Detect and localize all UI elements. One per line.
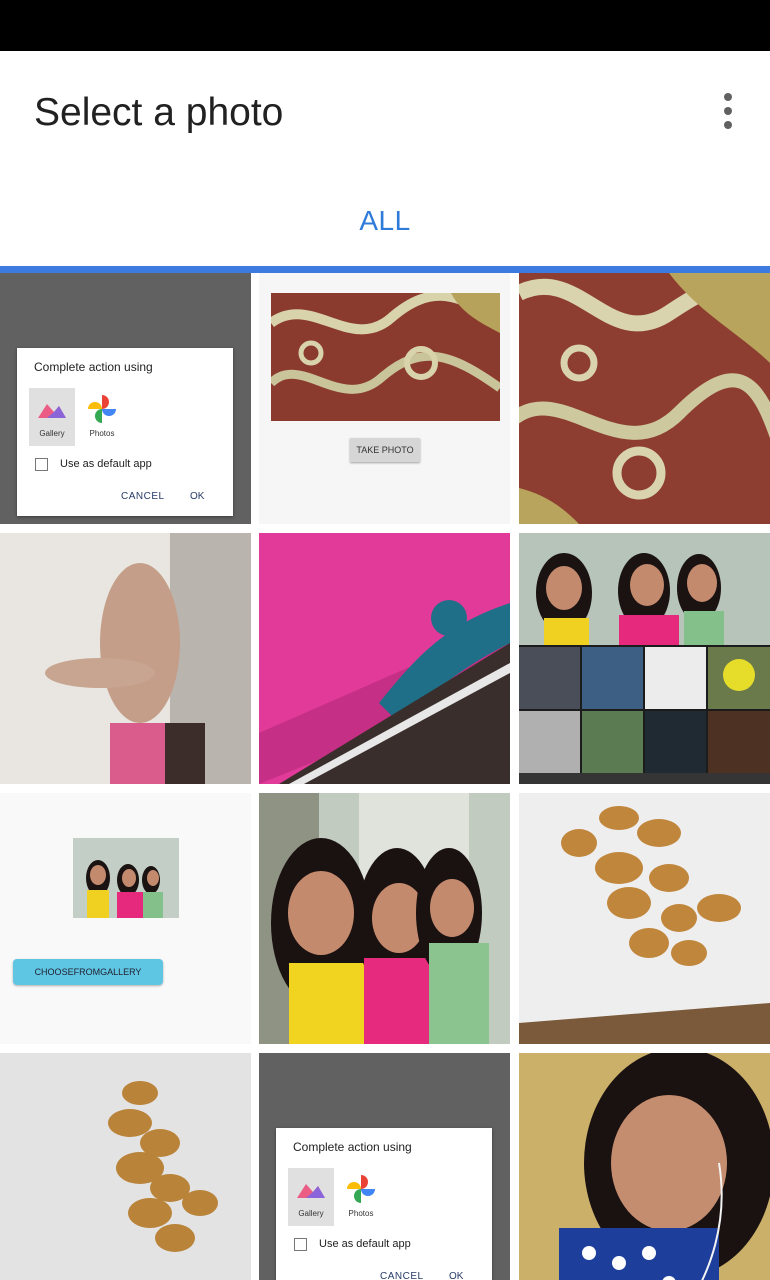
group-photo-thumbnail bbox=[73, 838, 179, 918]
gallery-app-option: Gallery bbox=[29, 388, 75, 446]
photo-tile-pink-rug[interactable] bbox=[259, 533, 510, 784]
photo-tile-take-photo-screenshot[interactable]: TAKE PHOTO bbox=[259, 273, 510, 524]
photo-tile-group-selfie[interactable] bbox=[259, 793, 510, 1044]
ok-label: OK bbox=[190, 491, 205, 502]
page-title: Select a photo bbox=[34, 91, 284, 134]
checkbox bbox=[35, 458, 48, 471]
gallery-app-option: Gallery bbox=[288, 1168, 334, 1226]
cancel-label: CANCEL bbox=[380, 1271, 424, 1280]
photo-tile-fabric[interactable] bbox=[519, 273, 770, 524]
more-vert-icon[interactable] bbox=[720, 93, 736, 129]
photo-tile-dialog-screenshot[interactable]: Complete action using Gallery Photos Use… bbox=[0, 273, 251, 524]
dialog-title: Complete action using bbox=[34, 360, 153, 374]
checkbox-label: Use as default app bbox=[319, 1238, 411, 1250]
dialog-thumbnail: Complete action using Gallery Photos Use… bbox=[276, 1128, 492, 1280]
photo-tile-snack-2[interactable] bbox=[0, 1053, 251, 1280]
tab-bar: ALL bbox=[0, 173, 770, 267]
dialog-title: Complete action using bbox=[293, 1140, 412, 1154]
dialog-thumbnail: Complete action using Gallery Photos Use… bbox=[17, 348, 233, 516]
photo-tile-snack-1[interactable] bbox=[519, 793, 770, 1044]
checkbox bbox=[294, 1238, 307, 1251]
photo-tile-selfie[interactable] bbox=[519, 1053, 770, 1280]
photo-tile-choose-gallery-screenshot[interactable]: CHOOSEFROMGALLERY bbox=[0, 793, 251, 1044]
photo-tile-gallery-screenshot[interactable] bbox=[519, 533, 770, 784]
photo-tile-blurred-hand[interactable] bbox=[0, 533, 251, 784]
cancel-label: CANCEL bbox=[121, 491, 165, 502]
checkbox-label: Use as default app bbox=[60, 458, 152, 470]
photo-tile-dialog-screenshot-2[interactable]: Complete action using Gallery Photos Use… bbox=[259, 1053, 510, 1280]
choose-from-gallery-label: CHOOSEFROMGALLERY bbox=[13, 959, 163, 985]
tab-indicator bbox=[0, 266, 770, 273]
app-bar: Select a photo bbox=[0, 51, 770, 173]
fabric-image bbox=[271, 293, 500, 421]
take-photo-label: TAKE PHOTO bbox=[350, 438, 420, 462]
ok-label: OK bbox=[449, 1271, 464, 1280]
photos-app-option: Photos bbox=[79, 388, 125, 446]
tab-all[interactable]: ALL bbox=[0, 205, 770, 237]
gallery-albums-image bbox=[519, 533, 770, 784]
photo-grid: Complete action using Gallery Photos Use… bbox=[0, 273, 770, 1280]
status-bar bbox=[0, 0, 770, 51]
photos-app-option: Photos bbox=[338, 1168, 384, 1226]
